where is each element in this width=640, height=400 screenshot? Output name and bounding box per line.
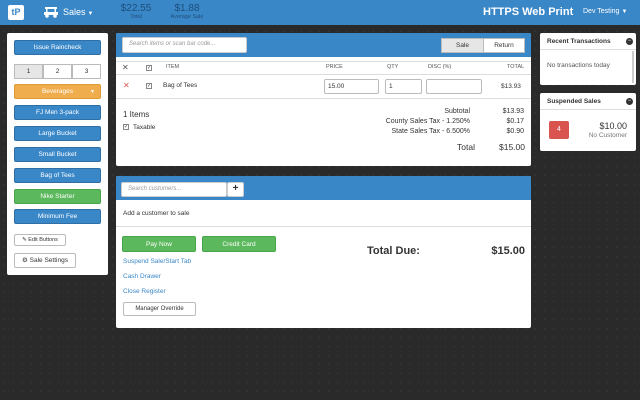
chevron-down-icon: ▼ [90,89,95,95]
suspended-sale-amount: $10.00 [599,121,627,131]
item-total: $13.93 [501,83,521,90]
item-button-small-bucket[interactable]: Small Bucket [14,147,101,162]
col-qty-header: QTY [387,64,399,70]
col-price-header: PRICE [326,64,343,70]
suspended-sales-title: Suspended Sales [547,98,601,105]
total-value: $22.55 [120,3,152,14]
pencil-icon: ✎ [22,237,27,243]
suspend-sale-link[interactable]: Suspend Sale/Start Tab [123,258,191,265]
county-tax-label: County Sales Tax - 1.250% [385,118,470,125]
price-input[interactable]: 15.00 [324,79,379,94]
sale-settings-button[interactable]: ⚙ Sale Settings [14,253,76,268]
col-disc-header: DISC (%) [428,64,452,70]
no-transactions-text: No transactions today [547,62,610,69]
golf-cart-icon [44,7,58,18]
page-title: HTTPS Web Print [483,6,574,18]
item-search-input[interactable]: Search items or scan bar code... [122,37,247,53]
average-sale-value: $1.88 [174,3,200,14]
manager-override-button[interactable]: Manager Override [123,302,196,316]
item-button-large-bucket[interactable]: Large Bucket [14,126,101,141]
recent-transactions-panel: Recent Transactions − No transactions to… [540,33,636,85]
total-stat: $22.55 Total [117,3,155,20]
discount-input[interactable] [426,79,482,94]
divider [540,109,636,110]
payment-panel: Search customers... + Add a customer to … [116,176,531,328]
cash-drawer-link[interactable]: Cash Drawer [123,273,161,280]
item-button-minimum-fee[interactable]: Minimum Fee [14,209,101,224]
page-1-button[interactable]: 1 [14,64,43,79]
recent-transactions-title: Recent Transactions [547,38,611,45]
divider [116,61,531,62]
total-due-value: $15.00 [491,245,525,257]
sale-settings-label: Sale Settings [29,257,68,264]
collapse-icon[interactable]: − [626,38,633,45]
total-label: Total [130,14,142,20]
remove-all-icon[interactable]: ✕ [122,63,129,72]
divider [116,98,531,99]
divider [540,49,636,50]
top-navbar: tP Sales ▼ $22.55 Total $1.88 Average Sal… [0,0,640,25]
suspended-sales-panel: Suspended Sales − 4 $10.00 No Customer [540,93,636,151]
add-customer-text: Add a customer to sale [123,210,190,217]
total-due-label: Total Due: [367,245,420,257]
edit-buttons-label: Edit Buttons [28,237,58,243]
quick-buttons-panel: Issue Raincheck 1 2 3 Beverages ▼ FJ Men … [7,33,108,275]
suspended-sale-customer: No Customer [588,132,627,139]
remove-item-icon[interactable]: ✕ [123,81,130,90]
scrollbar[interactable] [632,51,634,83]
col-total-header: TOTAL [507,64,525,70]
total-label: Total [457,142,475,152]
chevron-down-icon: ▼ [87,11,94,17]
sales-menu[interactable]: Sales ▼ [63,7,93,17]
pay-now-button[interactable]: Pay Now [122,236,196,252]
col-item-header: ITEM [166,64,180,70]
issue-raincheck-button[interactable]: Issue Raincheck [14,40,101,55]
item-button-fj-men-3-pack[interactable]: FJ Men 3-pack [14,105,101,120]
item-taxable-checkbox[interactable]: ✓ [146,83,152,89]
state-tax-value: $0.90 [506,128,524,135]
item-name: Bag of Tees [163,82,198,89]
gear-icon: ⚙ [22,257,28,264]
item-button-nike-starter[interactable]: Nike Starter [14,189,101,204]
county-tax-value: $0.17 [506,118,524,125]
total-value: $15.00 [499,142,525,152]
close-register-link[interactable]: Close Register [123,288,166,295]
tab-sale[interactable]: Sale [441,38,484,53]
app-logo[interactable]: tP [8,5,24,20]
sales-menu-label: Sales [63,7,86,17]
subtotal-value: $13.93 [502,108,524,115]
user-menu-label: Dev Testing [583,8,620,15]
edit-buttons-button[interactable]: ✎ Edit Buttons [14,234,66,246]
cart-panel: Search items or scan bar code... Sale Re… [116,33,531,166]
collapse-icon[interactable]: − [626,98,633,105]
chevron-down-icon: ▼ [621,9,628,15]
page-3-button[interactable]: 3 [72,64,101,79]
taxable-checkbox[interactable]: ✓ [123,124,129,130]
credit-card-button[interactable]: Credit Card [202,236,276,252]
divider [116,74,531,75]
average-sale-stat: $1.88 Average Sale [165,3,209,20]
add-customer-icon[interactable]: + [227,182,244,197]
taxable-label: Taxable [133,124,156,131]
item-button-bag-of-tees[interactable]: Bag of Tees [14,168,101,183]
select-all-checkbox[interactable]: ✓ [146,65,152,71]
items-count: 1 Items [123,110,150,119]
tab-return[interactable]: Return [483,38,525,53]
state-tax-label: State Sales Tax - 6.500% [391,128,470,135]
quantity-input[interactable]: 1 [385,79,422,94]
divider [116,226,531,227]
beverages-label: Beverages [41,88,74,95]
subtotal-label: Subtotal [444,108,470,115]
user-menu[interactable]: Dev Testing ▼ [583,8,627,15]
suspended-sale-badge[interactable]: 4 [549,121,569,139]
average-sale-label: Average Sale [170,14,204,20]
beverages-category-button[interactable]: Beverages ▼ [14,84,101,99]
page-2-button[interactable]: 2 [43,64,72,79]
customer-search-input[interactable]: Search customers... [121,182,227,197]
